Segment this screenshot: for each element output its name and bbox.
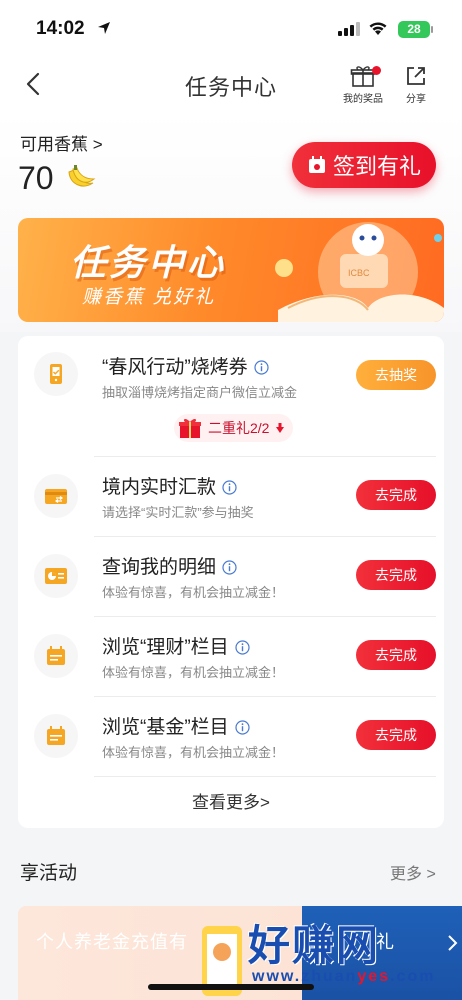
task-title: 浏览“基金”栏目 bbox=[102, 712, 250, 739]
balance-label[interactable]: 可用香蕉 > bbox=[20, 130, 103, 155]
phone-icon bbox=[50, 364, 62, 384]
complete-button[interactable]: 去完成 bbox=[356, 720, 436, 750]
down-arrow-icon bbox=[276, 423, 285, 433]
more-link[interactable]: 更多 > bbox=[390, 860, 436, 884]
share-icon bbox=[407, 67, 425, 85]
transfer-card-icon bbox=[45, 489, 67, 504]
info-icon[interactable] bbox=[254, 360, 269, 376]
task-description: 体验有惊喜，有机会抽立减金！ bbox=[102, 665, 285, 680]
task-title: “春风行动”烧烤券 bbox=[102, 352, 269, 379]
task-description: 抽取淄博烧烤指定商户微信立减金 bbox=[102, 385, 298, 400]
task-title-text: 浏览“理财”栏目 bbox=[102, 637, 229, 658]
calendar-icon bbox=[47, 646, 65, 665]
task-row: “春风行动”烧烤券 抽取淄博烧烤指定商户微信立减金 去抽奖 二重礼2/2 bbox=[18, 336, 444, 456]
icbc-badge: ICBC bbox=[348, 268, 370, 278]
task-title: 浏览“理财”栏目 bbox=[102, 632, 250, 659]
book-illustration: ICBC bbox=[275, 222, 444, 322]
wifi-icon bbox=[368, 20, 388, 41]
task-row: 查询我的明细 体验有惊喜，有机会抽立减金！ 去完成 bbox=[18, 536, 444, 616]
task-icon bbox=[34, 352, 78, 396]
my-prizes-label: 我的奖品 bbox=[343, 94, 383, 105]
notification-dot bbox=[372, 66, 381, 75]
banner-title: 任务中心 bbox=[70, 242, 227, 283]
status-bar: 14:02 28 bbox=[0, 0, 462, 56]
home-indicator[interactable] bbox=[148, 984, 314, 990]
watermark-text: 好赚网 bbox=[248, 922, 381, 969]
info-icon[interactable] bbox=[222, 480, 237, 496]
task-title: 查询我的明细 bbox=[102, 552, 237, 579]
banner-subtitle: 赚香蕉 兑好礼 bbox=[82, 287, 216, 308]
task-icon bbox=[34, 554, 78, 598]
checkin-button[interactable]: 签到有礼 bbox=[292, 142, 436, 188]
task-row: 境内实时汇款 请选择“实时汇款”参与抽奖 去完成 bbox=[18, 456, 444, 536]
task-title-text: 浏览“基金”栏目 bbox=[102, 717, 229, 738]
complete-button[interactable]: 去完成 bbox=[356, 480, 436, 510]
balance-value: 70 bbox=[18, 160, 54, 196]
task-description: 体验有惊喜，有机会抽立减金！ bbox=[102, 585, 285, 600]
divider bbox=[94, 776, 436, 777]
info-icon[interactable] bbox=[235, 720, 250, 736]
task-icon bbox=[34, 714, 78, 758]
cellular-signal-icon bbox=[338, 22, 360, 41]
gift-tag-label: 二重礼2/2 bbox=[208, 420, 270, 436]
task-row: 浏览“理财”栏目 体验有惊喜，有机会抽立减金！ 去完成 bbox=[18, 616, 444, 696]
task-title-text: 境内实时汇款 bbox=[102, 477, 217, 498]
share-label: 分享 bbox=[406, 94, 426, 105]
lottery-button[interactable]: 去抽奖 bbox=[356, 360, 436, 390]
complete-button[interactable]: 去完成 bbox=[356, 560, 436, 590]
calendar-check-icon bbox=[308, 156, 325, 173]
calendar-icon bbox=[47, 726, 65, 745]
battery-nub bbox=[431, 26, 433, 33]
view-more-link[interactable]: 查看更多> bbox=[18, 788, 444, 813]
banana-icon bbox=[66, 164, 96, 197]
section-title: 享活动 bbox=[20, 863, 78, 884]
share-button[interactable]: 分享 bbox=[398, 64, 434, 105]
complete-button[interactable]: 去完成 bbox=[356, 640, 436, 670]
gift-tag[interactable]: 二重礼2/2 bbox=[174, 414, 294, 442]
task-icon bbox=[34, 634, 78, 678]
task-row: 浏览“基金”栏目 体验有惊喜，有机会抽立减金！ 去完成 bbox=[18, 696, 444, 776]
location-arrow-icon bbox=[96, 20, 112, 41]
battery-icon: 28 bbox=[398, 21, 430, 38]
status-time: 14:02 bbox=[36, 18, 85, 39]
task-title-text: “春风行动”烧烤券 bbox=[102, 357, 248, 378]
task-center-banner: ICBC 任务中心 赚香蕉 兑好礼 bbox=[18, 218, 444, 322]
info-icon[interactable] bbox=[235, 640, 250, 656]
task-icon bbox=[34, 474, 78, 518]
task-title: 境内实时汇款 bbox=[102, 472, 237, 499]
task-list-card: “春风行动”烧烤券 抽取淄博烧烤指定商户微信立减金 去抽奖 二重礼2/2 境内实… bbox=[18, 336, 444, 828]
my-prizes-button[interactable]: 我的奖品 bbox=[338, 64, 388, 105]
statement-icon bbox=[45, 568, 67, 584]
task-description: 请选择“实时汇款”参与抽奖 bbox=[102, 505, 254, 520]
red-gift-icon bbox=[179, 418, 201, 438]
nav-header: 任务中心 我的奖品 分享 bbox=[0, 56, 462, 112]
task-description: 体验有惊喜，有机会抽立减金！ bbox=[102, 745, 285, 760]
checkin-label: 签到有礼 bbox=[332, 154, 421, 179]
task-title-text: 查询我的明细 bbox=[102, 557, 217, 578]
activity-banner-text: 个人养老金充值有 bbox=[36, 932, 188, 952]
page-title: 任务中心 bbox=[184, 75, 277, 100]
info-icon[interactable] bbox=[222, 560, 237, 576]
